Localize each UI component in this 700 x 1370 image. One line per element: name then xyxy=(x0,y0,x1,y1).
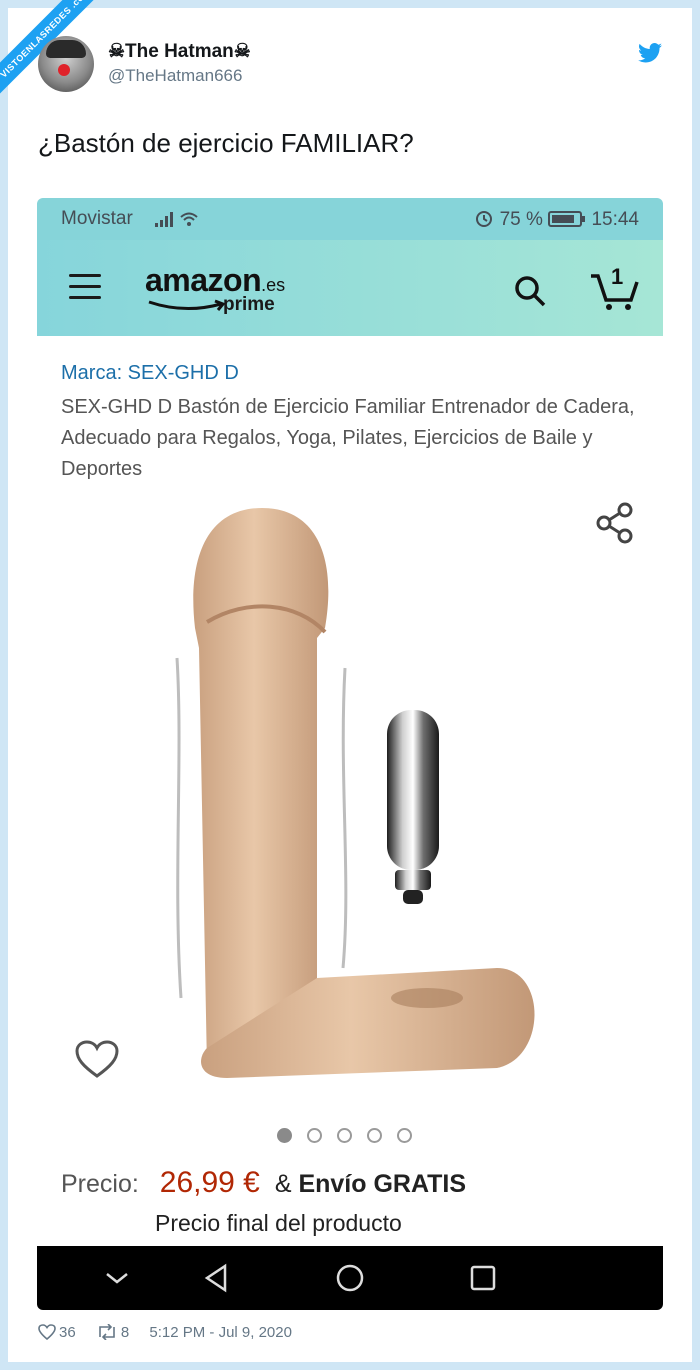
retweet-icon[interactable] xyxy=(96,1323,118,1341)
carrier-label: Movistar xyxy=(61,208,133,229)
heart-icon[interactable] xyxy=(75,1040,119,1080)
price-label: Precio: xyxy=(61,1170,139,1198)
status-right: 75 % 15:44 xyxy=(474,208,639,231)
product-image[interactable] xyxy=(167,498,547,1098)
amazon-app-bar: amazon.es prime 1 xyxy=(37,240,663,336)
nav-collapse-icon[interactable] xyxy=(97,1258,137,1298)
nav-recents-icon[interactable] xyxy=(463,1258,503,1298)
like-count: 36 xyxy=(59,1324,76,1341)
like-icon[interactable] xyxy=(38,1324,56,1341)
phone-screenshot: Movistar 75 % 15:44 amazon.es prime 1 Ma… xyxy=(37,198,663,1310)
tweet-text: ¿Bastón de ejercicio FAMILIAR? xyxy=(38,128,414,158)
signal-icon xyxy=(155,212,198,227)
tweet-timestamp[interactable]: 5:12 PM - Jul 9, 2020 xyxy=(149,1324,292,1341)
carousel-dot[interactable] xyxy=(277,1128,292,1143)
carousel-dot[interactable] xyxy=(307,1128,322,1143)
user-name[interactable]: ☠The Hatman☠ xyxy=(108,40,251,63)
carousel-dot[interactable] xyxy=(367,1128,382,1143)
nav-home-icon[interactable] xyxy=(330,1258,370,1298)
shipping-prefix: & xyxy=(274,1170,292,1198)
logo-smile xyxy=(148,299,226,311)
image-carousel-dots xyxy=(277,1128,427,1146)
amazon-prime-logo[interactable]: amazon.es prime xyxy=(145,262,305,318)
avatar[interactable] xyxy=(38,36,94,92)
status-bar: Movistar 75 % 15:44 xyxy=(37,198,663,240)
android-nav-bar xyxy=(37,1246,663,1310)
battery-percent: 75 % xyxy=(499,209,543,230)
logo-prime: prime xyxy=(223,294,275,315)
status-time: 15:44 xyxy=(591,209,639,230)
user-handle[interactable]: @TheHatman666 xyxy=(108,66,242,86)
carousel-dot[interactable] xyxy=(397,1128,412,1143)
tweet-footer: 36 8 5:12 PM - Jul 9, 2020 xyxy=(38,1323,298,1341)
menu-icon[interactable] xyxy=(69,274,101,300)
search-icon[interactable] xyxy=(513,274,547,308)
product-title: SEX-GHD D Bastón de Ejercicio Familiar E… xyxy=(61,396,635,480)
logo-word: amazon xyxy=(145,262,262,298)
tweet-header: ☠The Hatman☠ @TheHatman666 xyxy=(38,36,668,96)
price-note: Precio final del producto xyxy=(155,1210,402,1236)
twitter-bird-icon[interactable] xyxy=(638,42,662,64)
cart-icon[interactable]: 1 xyxy=(589,264,641,312)
retweet-count: 8 xyxy=(120,1324,130,1341)
carousel-dot[interactable] xyxy=(337,1128,352,1143)
battery-icon xyxy=(548,211,586,227)
brand-link[interactable]: Marca: SEX-GHD D xyxy=(61,362,239,385)
share-icon[interactable] xyxy=(595,502,635,544)
price-row: Precio: 26,99 € & Envío GRATIS xyxy=(61,1166,466,1200)
logo-domain: .es xyxy=(261,275,286,295)
alarm-icon xyxy=(476,211,493,227)
nav-back-icon[interactable] xyxy=(197,1258,237,1298)
price-value: 26,99 € xyxy=(159,1166,260,1199)
cart-count: 1 xyxy=(611,264,624,289)
shipping-text: Envío GRATIS xyxy=(298,1170,467,1198)
